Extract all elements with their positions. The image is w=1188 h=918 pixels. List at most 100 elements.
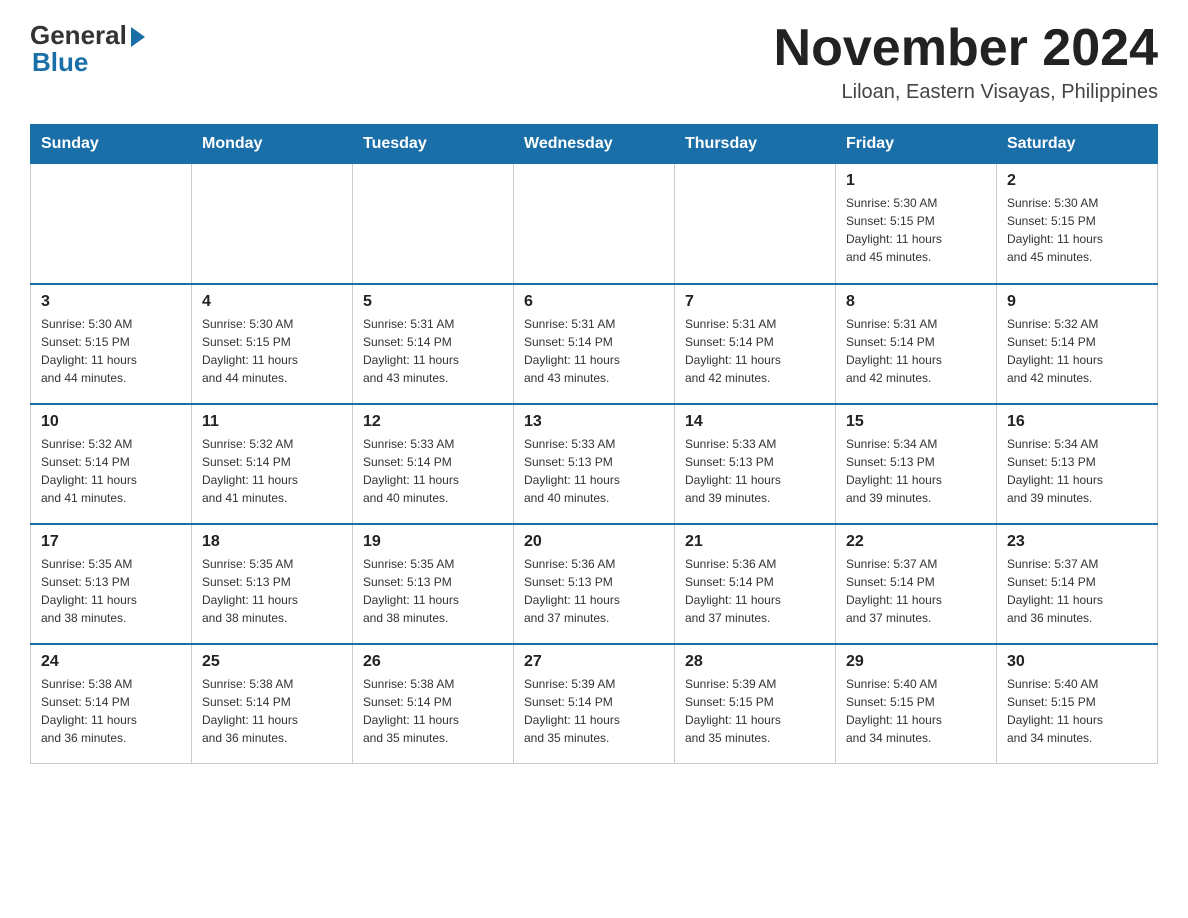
- day-info: Sunrise: 5:38 AMSunset: 5:14 PMDaylight:…: [202, 675, 342, 747]
- day-info: Sunrise: 5:33 AMSunset: 5:13 PMDaylight:…: [524, 435, 664, 507]
- day-number: 9: [1007, 293, 1147, 311]
- day-number: 3: [41, 293, 181, 311]
- subtitle: Liloan, Eastern Visayas, Philippines: [774, 81, 1158, 104]
- calendar-header-monday: Monday: [192, 125, 353, 164]
- calendar-table: SundayMondayTuesdayWednesdayThursdayFrid…: [30, 124, 1158, 764]
- day-info: Sunrise: 5:40 AMSunset: 5:15 PMDaylight:…: [1007, 675, 1147, 747]
- day-number: 4: [202, 293, 342, 311]
- day-number: 5: [363, 293, 503, 311]
- day-info: Sunrise: 5:32 AMSunset: 5:14 PMDaylight:…: [41, 435, 181, 507]
- day-info: Sunrise: 5:34 AMSunset: 5:13 PMDaylight:…: [1007, 435, 1147, 507]
- calendar-header-row: SundayMondayTuesdayWednesdayThursdayFrid…: [31, 125, 1158, 164]
- day-info: Sunrise: 5:30 AMSunset: 5:15 PMDaylight:…: [846, 194, 986, 266]
- calendar-header-saturday: Saturday: [997, 125, 1158, 164]
- calendar-week-row: 17 Sunrise: 5:35 AMSunset: 5:13 PMDayligh…: [31, 524, 1158, 644]
- day-info: Sunrise: 5:37 AMSunset: 5:14 PMDaylight:…: [1007, 555, 1147, 627]
- day-info: Sunrise: 5:32 AMSunset: 5:14 PMDaylight:…: [1007, 315, 1147, 387]
- day-number: 23: [1007, 533, 1147, 551]
- calendar-header-tuesday: Tuesday: [353, 125, 514, 164]
- calendar-header-friday: Friday: [836, 125, 997, 164]
- calendar-week-row: 24 Sunrise: 5:38 AMSunset: 5:14 PMDayligh…: [31, 644, 1158, 764]
- day-info: Sunrise: 5:32 AMSunset: 5:14 PMDaylight:…: [202, 435, 342, 507]
- day-info: Sunrise: 5:39 AMSunset: 5:14 PMDaylight:…: [524, 675, 664, 747]
- calendar-cell: 13 Sunrise: 5:33 AMSunset: 5:13 PMDayligh…: [514, 404, 675, 524]
- day-info: Sunrise: 5:38 AMSunset: 5:14 PMDaylight:…: [41, 675, 181, 747]
- day-number: 16: [1007, 413, 1147, 431]
- day-number: 30: [1007, 653, 1147, 671]
- calendar-week-row: 10 Sunrise: 5:32 AMSunset: 5:14 PMDayligh…: [31, 404, 1158, 524]
- day-info: Sunrise: 5:40 AMSunset: 5:15 PMDaylight:…: [846, 675, 986, 747]
- calendar-week-row: 3Sunrise: 5:30 AMSunset: 5:15 PMDaylight…: [31, 284, 1158, 404]
- calendar-cell: 11 Sunrise: 5:32 AMSunset: 5:14 PMDayligh…: [192, 404, 353, 524]
- calendar-cell: 21 Sunrise: 5:36 AMSunset: 5:14 PMDayligh…: [675, 524, 836, 644]
- day-info: Sunrise: 5:31 AMSunset: 5:14 PMDaylight:…: [846, 315, 986, 387]
- calendar-cell: 8 Sunrise: 5:31 AMSunset: 5:14 PMDaylight…: [836, 284, 997, 404]
- calendar-cell: 6 Sunrise: 5:31 AMSunset: 5:14 PMDaylight…: [514, 284, 675, 404]
- calendar-cell: 25 Sunrise: 5:38 AMSunset: 5:14 PMDayligh…: [192, 644, 353, 764]
- day-info: Sunrise: 5:39 AMSunset: 5:15 PMDaylight:…: [685, 675, 825, 747]
- day-info: Sunrise: 5:33 AMSunset: 5:14 PMDaylight:…: [363, 435, 503, 507]
- day-number: 24: [41, 653, 181, 671]
- calendar-cell: 19Sunrise: 5:35 AMSunset: 5:13 PMDayligh…: [353, 524, 514, 644]
- main-title: November 2024: [774, 20, 1158, 77]
- calendar-cell: [192, 164, 353, 284]
- calendar-cell: [675, 164, 836, 284]
- calendar-cell: [353, 164, 514, 284]
- day-number: 6: [524, 293, 664, 311]
- day-info: Sunrise: 5:35 AMSunset: 5:13 PMDaylight:…: [41, 555, 181, 627]
- calendar-cell: 12 Sunrise: 5:33 AMSunset: 5:14 PMDayligh…: [353, 404, 514, 524]
- calendar-header-wednesday: Wednesday: [514, 125, 675, 164]
- logo: General Blue: [30, 20, 145, 78]
- calendar-cell: 18 Sunrise: 5:35 AMSunset: 5:13 PMDayligh…: [192, 524, 353, 644]
- day-info: Sunrise: 5:38 AMSunset: 5:14 PMDaylight:…: [363, 675, 503, 747]
- calendar-cell: 16 Sunrise: 5:34 AMSunset: 5:13 PMDayligh…: [997, 404, 1158, 524]
- calendar-cell: 27 Sunrise: 5:39 AMSunset: 5:14 PMDayligh…: [514, 644, 675, 764]
- calendar-cell: 7Sunrise: 5:31 AMSunset: 5:14 PMDaylight…: [675, 284, 836, 404]
- day-number: 15: [846, 413, 986, 431]
- day-number: 7: [685, 293, 825, 311]
- day-number: 19: [363, 533, 503, 551]
- calendar-cell: 28Sunrise: 5:39 AMSunset: 5:15 PMDayligh…: [675, 644, 836, 764]
- day-number: 13: [524, 413, 664, 431]
- day-number: 10: [41, 413, 181, 431]
- day-number: 8: [846, 293, 986, 311]
- calendar-cell: 29 Sunrise: 5:40 AMSunset: 5:15 PMDayligh…: [836, 644, 997, 764]
- calendar-cell: 9 Sunrise: 5:32 AMSunset: 5:14 PMDaylight…: [997, 284, 1158, 404]
- day-info: Sunrise: 5:37 AMSunset: 5:14 PMDaylight:…: [846, 555, 986, 627]
- calendar-cell: 17 Sunrise: 5:35 AMSunset: 5:13 PMDayligh…: [31, 524, 192, 644]
- day-number: 2: [1007, 172, 1147, 190]
- day-info: Sunrise: 5:31 AMSunset: 5:14 PMDaylight:…: [524, 315, 664, 387]
- day-info: Sunrise: 5:36 AMSunset: 5:14 PMDaylight:…: [685, 555, 825, 627]
- calendar-week-row: 1 Sunrise: 5:30 AMSunset: 5:15 PMDaylight…: [31, 164, 1158, 284]
- logo-blue-text: Blue: [32, 47, 88, 78]
- day-number: 22: [846, 533, 986, 551]
- day-number: 26: [363, 653, 503, 671]
- day-info: Sunrise: 5:36 AMSunset: 5:13 PMDaylight:…: [524, 555, 664, 627]
- day-number: 25: [202, 653, 342, 671]
- calendar-cell: [31, 164, 192, 284]
- calendar-cell: 3Sunrise: 5:30 AMSunset: 5:15 PMDaylight…: [31, 284, 192, 404]
- calendar-header-sunday: Sunday: [31, 125, 192, 164]
- title-area: November 2024 Liloan, Eastern Visayas, P…: [774, 20, 1158, 104]
- day-number: 18: [202, 533, 342, 551]
- day-info: Sunrise: 5:35 AMSunset: 5:13 PMDaylight:…: [202, 555, 342, 627]
- day-number: 1: [846, 172, 986, 190]
- calendar-cell: 26 Sunrise: 5:38 AMSunset: 5:14 PMDayligh…: [353, 644, 514, 764]
- calendar-cell: 14Sunrise: 5:33 AMSunset: 5:13 PMDayligh…: [675, 404, 836, 524]
- day-number: 21: [685, 533, 825, 551]
- calendar-cell: 30 Sunrise: 5:40 AMSunset: 5:15 PMDayligh…: [997, 644, 1158, 764]
- day-number: 12: [363, 413, 503, 431]
- day-number: 27: [524, 653, 664, 671]
- calendar-cell: 4Sunrise: 5:30 AMSunset: 5:15 PMDaylight…: [192, 284, 353, 404]
- calendar-cell: 2Sunrise: 5:30 AMSunset: 5:15 PMDaylight…: [997, 164, 1158, 284]
- day-number: 29: [846, 653, 986, 671]
- calendar-cell: 24 Sunrise: 5:38 AMSunset: 5:14 PMDayligh…: [31, 644, 192, 764]
- day-number: 11: [202, 413, 342, 431]
- calendar-cell: 15Sunrise: 5:34 AMSunset: 5:13 PMDayligh…: [836, 404, 997, 524]
- day-number: 17: [41, 533, 181, 551]
- calendar-cell: 10 Sunrise: 5:32 AMSunset: 5:14 PMDayligh…: [31, 404, 192, 524]
- day-info: Sunrise: 5:31 AMSunset: 5:14 PMDaylight:…: [363, 315, 503, 387]
- calendar-cell: 5 Sunrise: 5:31 AMSunset: 5:14 PMDaylight…: [353, 284, 514, 404]
- calendar-cell: 22 Sunrise: 5:37 AMSunset: 5:14 PMDayligh…: [836, 524, 997, 644]
- day-info: Sunrise: 5:33 AMSunset: 5:13 PMDaylight:…: [685, 435, 825, 507]
